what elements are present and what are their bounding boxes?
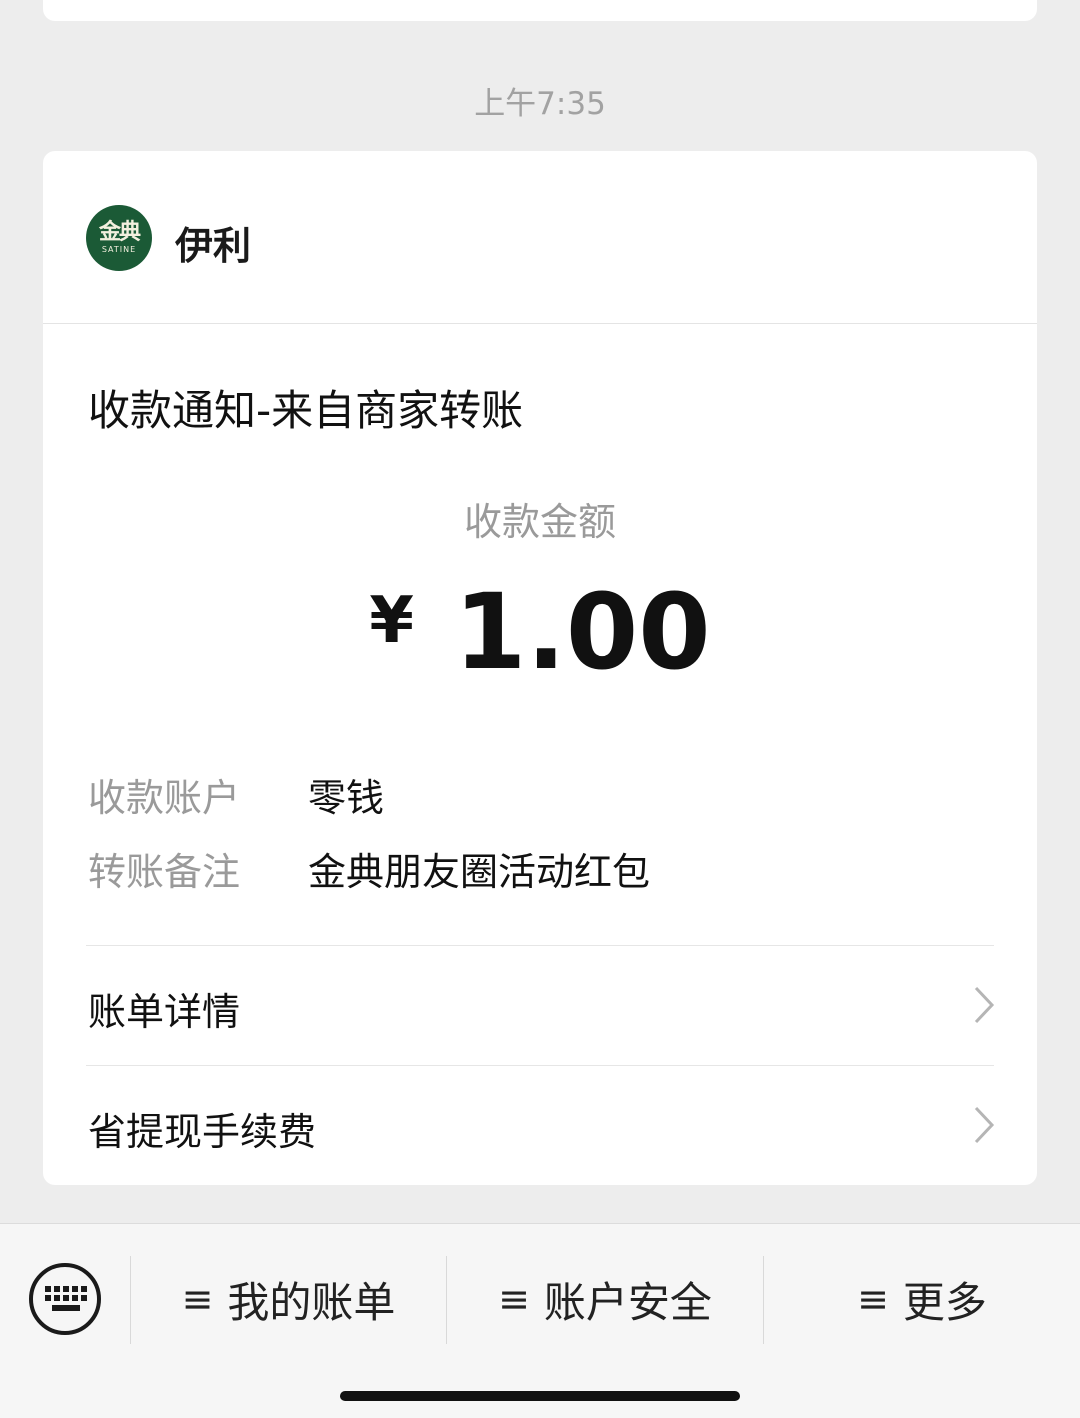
detail-key: 收款账户 [88,776,241,820]
divider [86,945,994,946]
home-indicator[interactable] [340,1391,740,1401]
detail-value: 零钱 [308,776,385,820]
menu-lines-icon: ≡ [857,1277,889,1321]
chevron-right-icon [974,1106,995,1144]
notice-title: 收款通知-来自商家转账 [88,386,524,435]
menu-more[interactable]: ≡ 更多 [764,1262,1080,1336]
divider [86,1065,994,1066]
amount-label: 收款金额 [463,500,616,544]
chat-screen: 上午7:35 金典 SATINE 伊利 收款通知-来自商家转账 收款金额 ¥1.… [0,0,1080,1418]
previous-message-card[interactable] [43,0,1037,21]
merchant-name[interactable]: 伊利 [175,215,251,270]
merchant-logo[interactable]: 金典 SATINE [86,205,152,271]
logo-subtext: SATINE [101,245,137,254]
menu-lines-icon: ≡ [181,1277,214,1321]
menu-account-security[interactable]: ≡ 账户安全 [447,1262,763,1336]
menu-label: 账户安全 [543,1277,712,1327]
amount-display: ¥1.00 [43,571,1037,693]
logo-text: 金典 [98,220,141,245]
chevron-right-icon [974,986,995,1024]
bottom-menu-bar: ≡ 我的账单 ≡ 账户安全 ≡ 更多 [0,1223,1080,1418]
bill-details-link[interactable]: 账单详情 [43,947,1037,1065]
amount-value: 1.00 [453,571,711,693]
save-withdraw-fee-link[interactable]: 省提现手续费 [43,1067,1037,1185]
currency-symbol: ¥ [369,584,414,658]
menu-lines-icon: ≡ [498,1277,530,1321]
link-label: 账单详情 [88,990,241,1034]
keyboard-icon [29,1263,101,1335]
menu-my-bills[interactable]: ≡ 我的账单 [131,1262,446,1336]
message-timestamp: 上午7:35 [474,86,606,122]
detail-key: 转账备注 [88,850,241,894]
card-header[interactable]: 金典 SATINE 伊利 [43,151,1037,324]
link-label: 省提现手续费 [88,1110,317,1154]
detail-value: 金典朋友圈活动红包 [308,850,651,894]
menu-label: 更多 [902,1277,987,1327]
payment-notice-card[interactable]: 金典 SATINE 伊利 收款通知-来自商家转账 收款金额 ¥1.00 收款账户… [43,151,1037,1185]
menu-label: 我的账单 [227,1277,396,1327]
keyboard-toggle-button[interactable] [28,1262,102,1336]
